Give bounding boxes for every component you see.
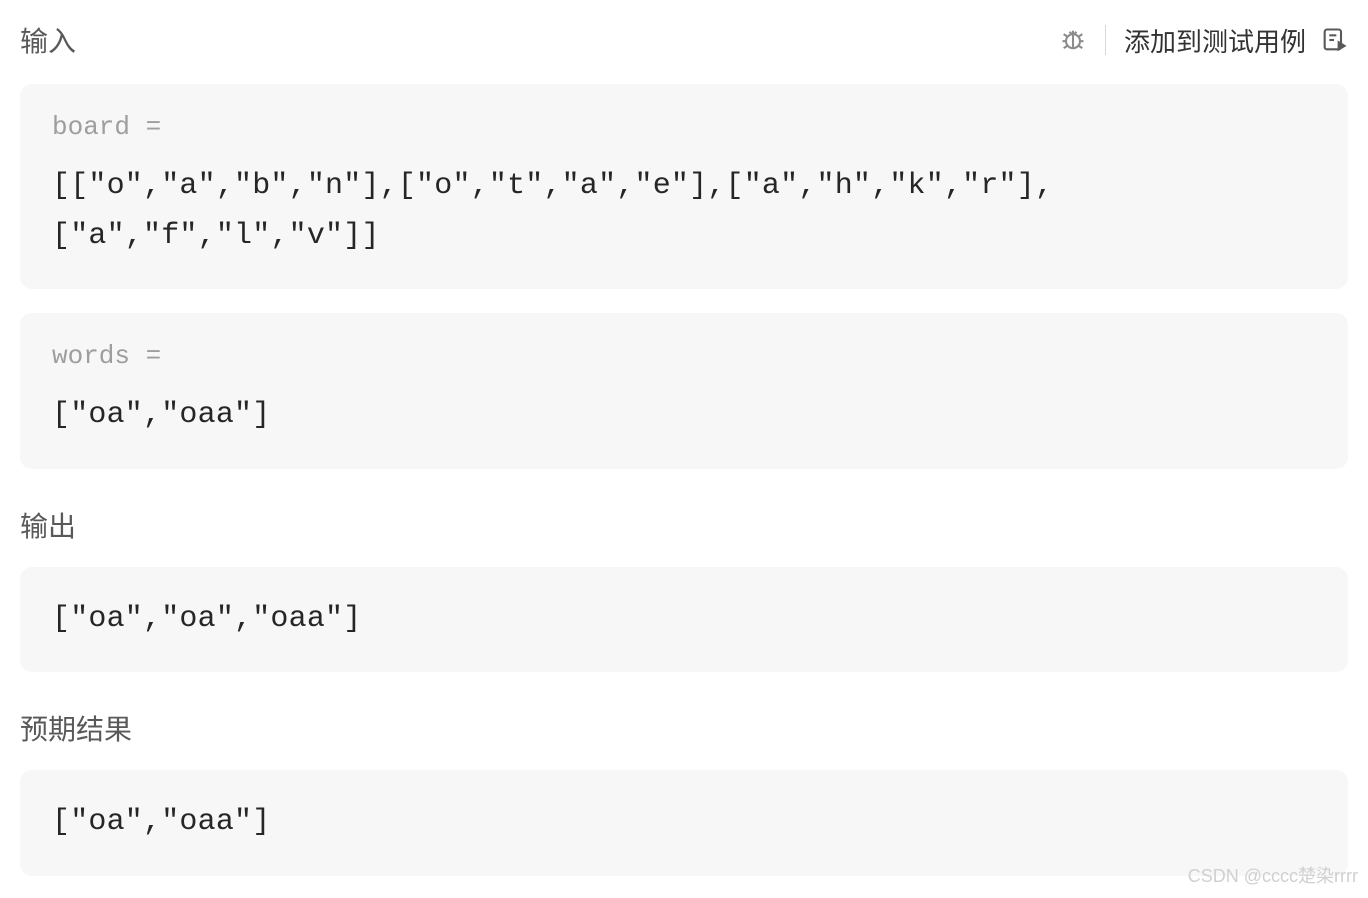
variable-value: [["o","a","b","n"],["o","t","a","e"],["a… [52, 162, 1316, 261]
output-section-title: 输出 [20, 505, 1348, 545]
input-header-row: 输入 添加到测试用例 [20, 20, 1348, 60]
input-block-words: words = ["oa","oaa"] [20, 313, 1348, 469]
expected-block: ["oa","oaa"] [20, 770, 1348, 876]
variable-label: board = [52, 112, 1316, 142]
output-block: ["oa","oa","oaa"] [20, 567, 1348, 673]
input-block-board: board = [["o","a","b","n"],["o","t","a",… [20, 84, 1348, 289]
watermark-text: CSDN @cccc楚染rrrr [1188, 862, 1358, 888]
add-testcase-button[interactable]: 添加到测试用例 [1124, 22, 1348, 59]
expected-value: ["oa","oaa"] [52, 798, 1316, 848]
expected-section-title: 预期结果 [20, 708, 1348, 748]
header-actions: 添加到测试用例 [1059, 22, 1348, 59]
input-section-title: 输入 [20, 20, 76, 60]
output-value: ["oa","oa","oaa"] [52, 595, 1316, 645]
variable-label: words = [52, 341, 1316, 371]
debug-icon[interactable] [1059, 26, 1087, 54]
add-testcase-icon [1320, 26, 1348, 54]
header-divider [1105, 25, 1106, 55]
variable-value: ["oa","oaa"] [52, 391, 1316, 441]
add-testcase-label: 添加到测试用例 [1124, 22, 1306, 59]
